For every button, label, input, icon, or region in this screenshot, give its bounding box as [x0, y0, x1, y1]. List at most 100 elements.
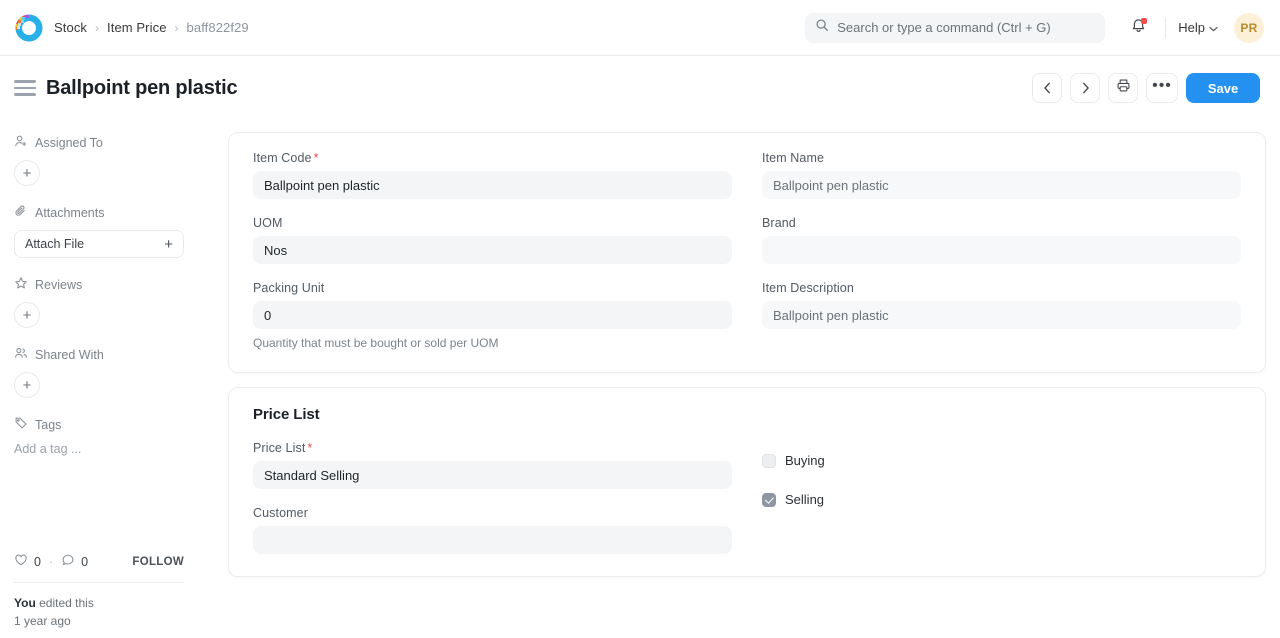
price-list-input[interactable]: Standard Selling: [253, 461, 732, 489]
checkbox-row-buying[interactable]: Buying: [762, 453, 1241, 468]
print-button[interactable]: [1108, 73, 1138, 103]
like-count: 0: [34, 554, 41, 569]
checkbox-spacer: [762, 441, 1241, 453]
field-item-name: Item Name Ballpoint pen plastic: [762, 151, 1241, 199]
more-actions-button[interactable]: •••: [1146, 73, 1178, 103]
sidebar-section-shared-with: Shared With +: [14, 346, 184, 398]
packing-unit-input[interactable]: 0: [253, 301, 732, 329]
hamburger-icon[interactable]: [14, 77, 36, 99]
editor-name: You: [14, 596, 36, 610]
label-text: Item Code: [253, 151, 312, 165]
paperclip-icon: [14, 204, 28, 221]
chevron-down-icon: [1209, 20, 1218, 35]
comment-icon[interactable]: [61, 553, 75, 570]
avatar[interactable]: PR: [1234, 12, 1264, 43]
label-text: Price List: [253, 441, 306, 455]
price-list-left-column: Price List * Standard Selling Customer: [253, 441, 732, 554]
help-menu[interactable]: Help: [1178, 20, 1218, 35]
page-body: Assigned To + Attachments Attach File +: [0, 120, 1280, 638]
item-name-input[interactable]: Ballpoint pen plastic: [762, 171, 1241, 199]
price-list-label: Price List *: [253, 441, 732, 455]
last-edited-info: You edited this 1 year ago: [14, 583, 184, 638]
plus-icon: +: [164, 235, 173, 253]
buying-checkbox[interactable]: [762, 453, 776, 468]
search-placeholder: Search or type a command (Ctrl + G): [837, 20, 1051, 35]
field-price-list: Price List * Standard Selling: [253, 441, 732, 489]
ellipsis-icon: •••: [1152, 76, 1172, 94]
details-left-column: Item Code * Ballpoint pen plastic UOM Nos…: [253, 151, 732, 350]
edited-timestamp: 1 year ago: [14, 614, 71, 628]
item-details-card: Item Code * Ballpoint pen plastic UOM Nos…: [228, 132, 1266, 373]
sidebar-section-assigned-to: Assigned To +: [14, 134, 184, 186]
packing-unit-help-text: Quantity that must be bought or sold per…: [253, 336, 499, 350]
engagement-counts: 0 · 0 FOLLOW: [14, 553, 184, 582]
item-code-label: Item Code *: [253, 151, 732, 165]
follow-button[interactable]: FOLLOW: [132, 556, 184, 568]
navbar-divider: [1165, 16, 1167, 39]
details-right-column: Item Name Ballpoint pen plastic Brand It…: [762, 151, 1241, 350]
page-actions: ••• Save: [1032, 73, 1260, 103]
required-asterisk: *: [307, 441, 313, 455]
printer-icon: [1116, 78, 1131, 98]
assigned-to-label: Assigned To: [35, 135, 103, 150]
field-uom: UOM Nos: [253, 216, 732, 264]
field-packing-unit: Packing Unit 0 Quantity that must be bou…: [253, 281, 732, 350]
price-list-right-column: Buying Selling: [762, 441, 1241, 554]
assigned-to-header: Assigned To: [14, 134, 184, 151]
count-separator: ·: [48, 554, 54, 569]
sidebar-section-tags: Tags Add a tag ...: [14, 416, 184, 457]
next-document-button[interactable]: [1070, 73, 1100, 103]
price-list-section-title: Price List: [253, 406, 320, 423]
search-input[interactable]: Search or type a command (Ctrl + G): [805, 12, 1106, 43]
field-item-description: Item Description Ballpoint pen plastic: [762, 281, 1241, 329]
uom-input[interactable]: Nos: [253, 236, 732, 264]
breadcrumb-item-current: baff822f29: [186, 20, 249, 35]
reviews-header: Reviews: [14, 276, 184, 293]
heart-icon[interactable]: [14, 553, 28, 570]
frappe-logo[interactable]: [14, 13, 44, 43]
add-review-button[interactable]: +: [14, 302, 40, 328]
sidebar: Assigned To + Attachments Attach File +: [0, 120, 200, 638]
navbar-right: Search or type a command (Ctrl + G) Help…: [805, 12, 1264, 43]
comment-count: 0: [81, 554, 89, 569]
add-assignment-button[interactable]: +: [14, 160, 40, 186]
item-description-input[interactable]: Ballpoint pen plastic: [762, 301, 1241, 329]
save-button[interactable]: Save: [1186, 73, 1260, 103]
reviews-label: Reviews: [35, 277, 83, 292]
selling-checkbox[interactable]: [762, 492, 776, 507]
breadcrumb: Stock › Item Price › baff822f29: [54, 20, 249, 35]
attachments-label: Attachments: [35, 205, 105, 220]
item-code-input[interactable]: Ballpoint pen plastic: [253, 171, 732, 199]
sidebar-section-reviews: Reviews +: [14, 276, 184, 328]
field-brand: Brand: [762, 216, 1241, 264]
attach-file-label: Attach File: [25, 237, 85, 251]
uom-label: UOM: [253, 216, 283, 230]
top-navbar: Stock › Item Price › baff822f29 Search o…: [0, 0, 1280, 56]
prev-document-button[interactable]: [1032, 73, 1062, 103]
sidebar-footer: 0 · 0 FOLLOW You edited this 1 year ago: [14, 553, 184, 638]
search-icon: [815, 18, 829, 37]
notifications-button[interactable]: [1123, 13, 1153, 43]
help-label: Help: [1178, 20, 1205, 35]
price-list-card: Price List Price List * Standard Selling …: [228, 387, 1266, 577]
attachments-header: Attachments: [14, 204, 184, 221]
brand-input[interactable]: [762, 236, 1241, 264]
add-tag-input[interactable]: Add a tag ...: [14, 442, 184, 456]
customer-input[interactable]: [253, 526, 732, 554]
tag-icon: [14, 416, 28, 433]
add-share-button[interactable]: +: [14, 372, 40, 398]
field-item-code: Item Code * Ballpoint pen plastic: [253, 151, 732, 199]
user-plus-icon: [14, 134, 28, 151]
brand-label: Brand: [762, 216, 796, 230]
page-header: Ballpoint pen plastic ••• Save: [0, 56, 1280, 120]
breadcrumb-item-stock[interactable]: Stock: [54, 20, 87, 35]
breadcrumb-item-item-price[interactable]: Item Price: [107, 20, 167, 35]
notification-badge: [1141, 17, 1148, 24]
attach-file-button[interactable]: Attach File +: [14, 230, 184, 258]
tags-header: Tags: [14, 416, 184, 433]
breadcrumb-separator: ›: [95, 20, 100, 35]
price-list-grid: Price List * Standard Selling Customer Bu…: [253, 441, 1241, 554]
breadcrumb-separator: ›: [174, 20, 179, 35]
customer-label: Customer: [253, 506, 308, 520]
checkbox-row-selling[interactable]: Selling: [762, 492, 1241, 507]
